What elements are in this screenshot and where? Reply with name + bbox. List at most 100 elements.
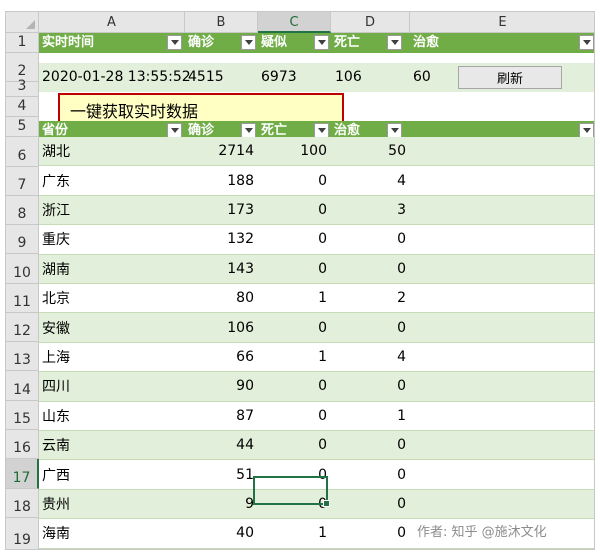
cured-cell[interactable]: 0 [331, 490, 410, 518]
province-name-cell[interactable]: 山东 [39, 402, 188, 430]
filter-dropdown-icon[interactable] [387, 123, 402, 138]
row-header-7[interactable]: 7 [6, 167, 39, 196]
column-header-a[interactable]: A [39, 12, 185, 33]
confirmed-cell[interactable]: 188 [185, 166, 258, 194]
header-confirmed-label: 确诊 [188, 35, 215, 50]
suspected-value[interactable]: 6973 [261, 63, 297, 92]
province-name-cell[interactable]: 湖北 [39, 137, 188, 165]
deaths-cell[interactable]: 0 [258, 372, 331, 400]
column-header-c[interactable]: C [258, 12, 331, 33]
filter-dropdown-icon[interactable] [314, 35, 329, 50]
province-name-cell[interactable]: 北京 [39, 284, 188, 312]
header-deaths-label: 死亡 [261, 123, 288, 138]
confirmed-cell[interactable]: 2714 [185, 137, 258, 165]
confirmed-cell[interactable]: 173 [185, 196, 258, 224]
deaths-cell[interactable]: 0 [258, 196, 331, 224]
cured-cell[interactable]: 0 [331, 431, 410, 459]
deaths-cell[interactable]: 0 [258, 431, 331, 459]
confirmed-cell[interactable]: 9 [185, 490, 258, 518]
deaths-cell[interactable]: 0 [258, 225, 331, 253]
province-name-cell[interactable]: 贵州 [39, 490, 188, 518]
deaths-cell[interactable]: 0 [258, 313, 331, 341]
deaths-cell[interactable]: 0 [258, 255, 331, 283]
province-name-cell[interactable]: 四川 [39, 372, 188, 400]
column-header-b[interactable]: B [185, 12, 258, 33]
row-header-10[interactable]: 10 [6, 254, 39, 284]
deaths-cell[interactable]: 0 [258, 402, 331, 430]
province-name-cell[interactable]: 湖南 [39, 255, 188, 283]
confirmed-cell[interactable]: 51 [185, 460, 258, 488]
cured-cell[interactable]: 4 [331, 166, 410, 194]
table-row: 重庆 132 0 0 [39, 225, 594, 255]
filter-dropdown-icon[interactable] [314, 123, 329, 138]
cured-value[interactable]: 60 [413, 63, 431, 92]
row-header-9[interactable]: 9 [6, 225, 39, 254]
cured-cell[interactable]: 0 [331, 519, 410, 547]
cured-cell[interactable]: 0 [331, 313, 410, 341]
confirmed-cell[interactable]: 106 [185, 313, 258, 341]
cured-cell[interactable]: 0 [331, 372, 410, 400]
refresh-button[interactable]: 刷新 [458, 66, 562, 89]
table-row: 山东 87 0 1 [39, 402, 594, 431]
row-header-3[interactable]: 3 [6, 78, 39, 97]
cured-cell[interactable]: 1 [331, 402, 410, 430]
confirmed-cell[interactable]: 66 [185, 343, 258, 371]
row-header-19[interactable]: 19 [6, 518, 39, 549]
filter-dropdown-icon[interactable] [241, 35, 256, 50]
cured-cell[interactable]: 3 [331, 196, 410, 224]
row-header-18[interactable]: 18 [6, 489, 39, 518]
confirmed-cell[interactable]: 80 [185, 284, 258, 312]
cured-cell[interactable]: 4 [331, 343, 410, 371]
row-header-16[interactable]: 16 [6, 430, 39, 459]
cured-cell[interactable]: 0 [331, 225, 410, 253]
filter-dropdown-icon[interactable] [387, 35, 402, 50]
deaths-cell[interactable]: 1 [258, 284, 331, 312]
cured-cell[interactable]: 2 [331, 284, 410, 312]
confirmed-value[interactable]: 4515 [188, 63, 224, 92]
header-cell: 死亡 [331, 33, 410, 53]
row-header-15[interactable]: 15 [6, 401, 39, 430]
confirmed-cell[interactable]: 44 [185, 431, 258, 459]
filter-dropdown-icon[interactable] [167, 35, 182, 50]
filter-dropdown-icon[interactable] [579, 35, 594, 50]
row-header-8[interactable]: 8 [6, 196, 39, 225]
deaths-cell[interactable]: 1 [258, 343, 331, 371]
cured-cell[interactable]: 50 [331, 137, 410, 165]
deaths-cell[interactable]: 1 [258, 519, 331, 547]
row-header-11[interactable]: 11 [6, 284, 39, 313]
column-header-d[interactable]: D [331, 12, 410, 33]
province-name-cell[interactable]: 浙江 [39, 196, 188, 224]
row-header-1[interactable]: 1 [6, 33, 39, 53]
cured-cell[interactable]: 0 [331, 460, 410, 488]
select-all-corner[interactable] [6, 12, 39, 33]
row-header-5[interactable]: 5 [6, 117, 39, 137]
province-name-cell[interactable]: 云南 [39, 431, 188, 459]
confirmed-cell[interactable]: 40 [185, 519, 258, 547]
deaths-cell[interactable]: 0 [258, 166, 331, 194]
province-name-cell[interactable]: 广东 [39, 166, 188, 194]
realtime-value[interactable]: 2020-01-28 13:55:52 [42, 63, 191, 92]
cured-cell[interactable]: 0 [331, 255, 410, 283]
row-header-13[interactable]: 13 [6, 342, 39, 371]
row-header-17[interactable]: 17 [6, 459, 39, 489]
province-name-cell[interactable]: 上海 [39, 343, 188, 371]
active-cell-selection[interactable] [253, 476, 330, 507]
confirmed-cell[interactable]: 132 [185, 225, 258, 253]
confirmed-cell[interactable]: 87 [185, 402, 258, 430]
confirmed-cell[interactable]: 90 [185, 372, 258, 400]
row-header-14[interactable]: 14 [6, 371, 39, 401]
deaths-value[interactable]: 106 [335, 63, 362, 92]
deaths-cell[interactable]: 100 [258, 137, 331, 165]
province-name-cell[interactable]: 广西 [39, 460, 188, 488]
row-header-6[interactable]: 6 [6, 137, 39, 167]
province-name-cell[interactable]: 海南 [39, 519, 188, 547]
confirmed-cell[interactable]: 143 [185, 255, 258, 283]
province-name-cell[interactable]: 安徽 [39, 313, 188, 341]
filter-dropdown-icon[interactable] [579, 123, 594, 138]
filter-dropdown-icon[interactable] [167, 123, 182, 138]
province-name-cell[interactable]: 重庆 [39, 225, 188, 253]
row-header-12[interactable]: 12 [6, 313, 39, 342]
filter-dropdown-icon[interactable] [241, 123, 256, 138]
column-header-e[interactable]: E [410, 12, 594, 33]
row-header-4[interactable]: 4 [6, 97, 39, 117]
